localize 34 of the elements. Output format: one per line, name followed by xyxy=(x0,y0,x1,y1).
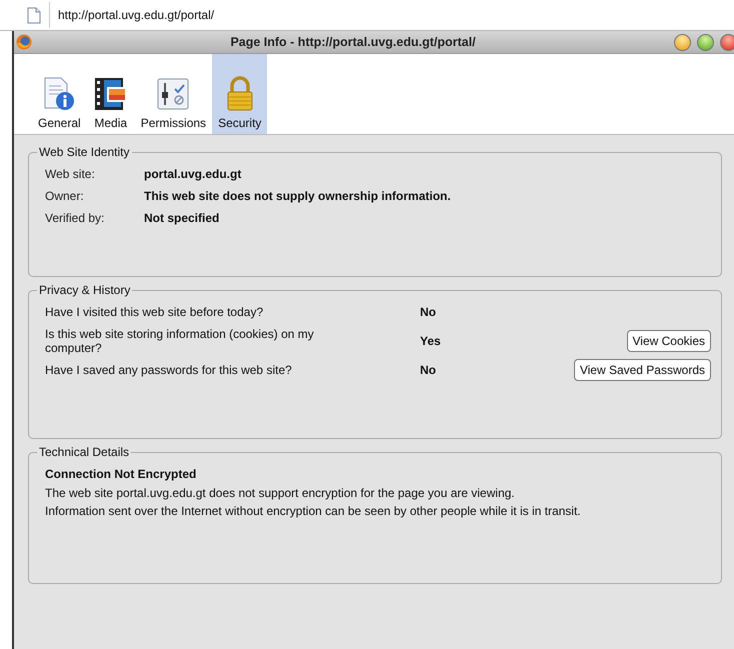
address-bar[interactable]: http://portal.uvg.edu.gt/portal/ xyxy=(0,0,734,31)
field-value: portal.uvg.edu.gt xyxy=(144,167,242,181)
field-value: This web site does not supply ownership information. xyxy=(144,189,451,203)
minimize-button[interactable] xyxy=(674,34,691,50)
field-label: Owner: xyxy=(45,189,85,203)
page-icon xyxy=(27,6,41,24)
group-title: Web Site Identity xyxy=(38,145,130,159)
info-document-icon xyxy=(42,76,76,112)
tab[interactable]: General xyxy=(32,54,87,134)
group-title: Privacy & History xyxy=(38,283,132,297)
close-button[interactable] xyxy=(720,34,734,50)
field-value: Not specified xyxy=(144,211,220,225)
description-text: The web site portal.uvg.edu.gt does not support encryption for the page you are viewing. xyxy=(45,485,516,502)
answer-text: Yes xyxy=(419,334,442,348)
group-title: Technical Details xyxy=(38,445,130,459)
tab[interactable]: Security xyxy=(212,54,268,134)
maximize-button[interactable] xyxy=(697,34,714,50)
question-text: Is this web site storing information (cookies) on my computer? xyxy=(45,327,315,355)
field-label: Verified by: xyxy=(45,211,106,225)
question-text: Have I visited this web site before today? xyxy=(45,305,264,319)
tab[interactable]: Media xyxy=(86,54,135,134)
answer-text: No xyxy=(419,363,437,377)
answer-text: No xyxy=(419,305,437,319)
tab[interactable]: Permissions xyxy=(134,54,212,134)
globe-icon xyxy=(16,34,32,50)
view-button[interactable]: View Saved Passwords xyxy=(574,359,711,381)
field-label: Web site: xyxy=(45,167,96,181)
description-text: Information sent over the Internet without encryption can be seen by other people while it is in transit. xyxy=(45,503,582,520)
status-heading: Connection Not Encrypted xyxy=(45,467,198,481)
window-title: Page Info - http://portal.uvg.edu.gt/portal/ xyxy=(229,35,477,49)
settings-icon xyxy=(155,76,192,112)
question-text: Have I saved any passwords for this web site? xyxy=(45,363,293,377)
url-text: http://portal.uvg.edu.gt/portal/ xyxy=(49,2,214,28)
view-button[interactable]: View Cookies xyxy=(626,330,711,352)
